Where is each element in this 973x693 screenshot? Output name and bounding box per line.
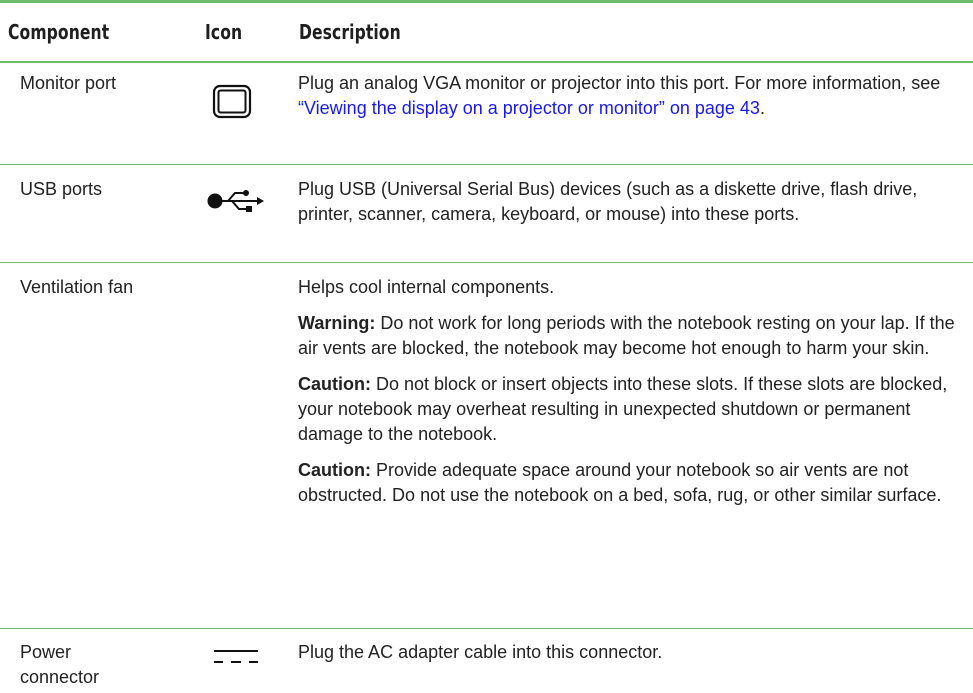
warning-note: Warning: Do not work for long periods wi… — [298, 311, 966, 361]
header-divider — [0, 61, 973, 63]
warning-text: Do not work for long periods with the no… — [298, 313, 955, 358]
caution-label: Caution: — [298, 460, 371, 480]
component-name: Ventilation fan — [20, 277, 134, 297]
component-table: Component Icon Description Monitor port … — [0, 0, 973, 693]
monitor-icon — [212, 84, 252, 119]
table-header: Component Icon Description — [0, 0, 973, 61]
cross-reference-link[interactable]: “Viewing the display on a projector or m… — [298, 98, 760, 118]
description-text: Plug an analog VGA monitor or projector … — [298, 73, 941, 93]
component-name: USB ports — [20, 179, 103, 199]
component-description: Plug the AC adapter cable into this conn… — [298, 640, 966, 676]
component-name: Monitor port — [20, 73, 117, 93]
header-description: Description — [299, 20, 401, 44]
caution-text: Do not block or insert objects into thes… — [298, 374, 948, 444]
description-text: Plug USB (Universal Serial Bus) devices … — [298, 179, 918, 224]
header-component: Component — [8, 20, 110, 44]
usb-icon — [207, 190, 264, 212]
component-description: Plug USB (Universal Serial Bus) devices … — [298, 177, 966, 238]
caution-note: Caution: Do not block or insert objects … — [298, 372, 966, 447]
description-text: Helps cool internal components. — [298, 277, 555, 297]
component-name: Power connector — [20, 642, 100, 687]
warning-label: Warning: — [298, 313, 376, 333]
header-icon: Icon — [205, 20, 243, 44]
component-description: Helps cool internal components. Warning:… — [298, 275, 966, 519]
caution-note: Caution: Provide adequate space around y… — [298, 458, 966, 508]
row-divider — [0, 164, 973, 165]
dc-power-icon — [214, 650, 258, 663]
row-divider — [0, 628, 973, 629]
caution-text: Provide adequate space around your noteb… — [298, 460, 942, 505]
component-description: Plug an analog VGA monitor or projector … — [298, 71, 966, 132]
row-divider — [0, 262, 973, 263]
caution-label: Caution: — [298, 374, 371, 394]
description-end: . — [759, 98, 765, 118]
description-text: Plug the AC adapter cable into this conn… — [298, 642, 663, 662]
